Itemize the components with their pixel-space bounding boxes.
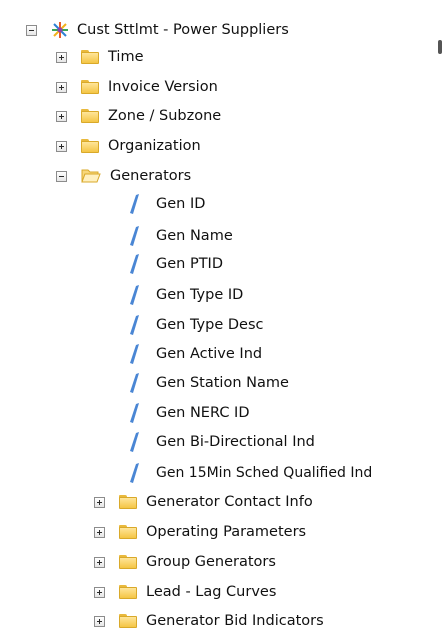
folder-organization[interactable]: Organization xyxy=(56,132,201,160)
expand-toggle-icon[interactable] xyxy=(94,615,105,627)
expand-toggle-icon[interactable] xyxy=(56,81,67,93)
field-item[interactable]: Gen NERC ID xyxy=(130,399,250,427)
folder-label: Invoice Version xyxy=(108,79,218,95)
measure-icon xyxy=(130,373,139,393)
measure-icon xyxy=(130,432,139,452)
field-item[interactable]: Gen Bi-Directional Ind xyxy=(130,428,315,456)
field-item[interactable]: Gen PTID xyxy=(130,250,223,278)
measure-icon xyxy=(130,285,139,305)
folder-generators[interactable]: Generators xyxy=(56,162,191,190)
expand-toggle-icon[interactable] xyxy=(94,556,105,568)
measure-icon xyxy=(130,254,139,274)
folder-icon xyxy=(81,50,99,64)
folder-label: Zone / Subzone xyxy=(108,108,222,124)
folder-time[interactable]: Time xyxy=(56,43,144,71)
object-tree: Cust Sttlmt - Power Suppliers Time Invoi… xyxy=(0,0,446,638)
folder-label: Lead - Lag Curves xyxy=(146,584,277,600)
field-item[interactable]: Gen Name xyxy=(130,222,233,250)
cube-icon xyxy=(51,21,69,39)
expand-toggle-icon[interactable] xyxy=(94,526,105,538)
expand-toggle-icon[interactable] xyxy=(56,140,67,152)
folder-icon xyxy=(119,555,137,569)
folder-group-generators[interactable]: Group Generators xyxy=(94,548,276,576)
field-label: Gen Bi-Directional Ind xyxy=(156,434,315,450)
folder-generator-contact-info[interactable]: Generator Contact Info xyxy=(94,488,313,516)
folder-label: Organization xyxy=(108,138,201,154)
folder-generator-bid-indicators[interactable]: Generator Bid Indicators xyxy=(94,607,324,635)
open-folder-icon xyxy=(81,169,101,183)
field-item[interactable]: Gen Station Name xyxy=(130,369,289,397)
measure-icon xyxy=(130,403,139,423)
expand-toggle-icon[interactable] xyxy=(56,110,67,122)
field-label: Gen 15Min Sched Qualified Ind xyxy=(156,465,373,481)
folder-label: Generators xyxy=(110,168,192,184)
field-item[interactable]: Gen Type Desc xyxy=(130,311,263,339)
collapse-toggle-icon[interactable] xyxy=(26,24,37,36)
field-label: Gen Station Name xyxy=(156,375,289,391)
field-label: Gen Type Desc xyxy=(156,317,264,333)
measure-icon xyxy=(130,226,139,246)
folder-icon xyxy=(119,614,137,628)
folder-label: Generator Contact Info xyxy=(146,494,313,510)
folder-label: Generator Bid Indicators xyxy=(146,613,324,629)
expand-toggle-icon[interactable] xyxy=(56,51,67,63)
field-item[interactable]: Gen ID xyxy=(130,190,205,218)
tree-root[interactable]: Cust Sttlmt - Power Suppliers xyxy=(26,16,289,44)
folder-lead-lag-curves[interactable]: Lead - Lag Curves xyxy=(94,578,276,606)
field-label: Gen ID xyxy=(156,196,206,212)
expand-toggle-icon[interactable] xyxy=(94,496,105,508)
field-item[interactable]: Gen Active Ind xyxy=(130,340,262,368)
folder-zone-subzone[interactable]: Zone / Subzone xyxy=(56,102,221,130)
folder-icon xyxy=(119,525,137,539)
folder-icon xyxy=(119,495,137,509)
measure-icon xyxy=(130,344,139,364)
folder-label: Group Generators xyxy=(146,554,276,570)
folder-label: Time xyxy=(108,49,144,65)
scrollbar-thumb[interactable] xyxy=(438,40,442,54)
folder-operating-parameters[interactable]: Operating Parameters xyxy=(94,518,306,546)
folder-icon xyxy=(119,585,137,599)
folder-icon xyxy=(81,139,99,153)
field-item[interactable]: Gen Type ID xyxy=(130,281,243,309)
expand-toggle-icon[interactable] xyxy=(94,586,105,598)
collapse-toggle-icon[interactable] xyxy=(56,170,67,182)
field-label: Gen PTID xyxy=(156,256,223,272)
folder-label: Operating Parameters xyxy=(146,524,307,540)
folder-invoice-version[interactable]: Invoice Version xyxy=(56,73,218,101)
field-label: Gen Type ID xyxy=(156,287,244,303)
folder-icon xyxy=(81,80,99,94)
measure-icon xyxy=(130,315,139,335)
field-item[interactable]: Gen 15Min Sched Qualified Ind xyxy=(130,459,372,487)
folder-icon xyxy=(81,109,99,123)
tree-root-label: Cust Sttlmt - Power Suppliers xyxy=(77,22,289,38)
measure-icon xyxy=(130,463,139,483)
measure-icon xyxy=(130,194,139,214)
field-label: Gen Name xyxy=(156,228,233,244)
field-label: Gen NERC ID xyxy=(156,405,250,421)
field-label: Gen Active Ind xyxy=(156,346,263,362)
